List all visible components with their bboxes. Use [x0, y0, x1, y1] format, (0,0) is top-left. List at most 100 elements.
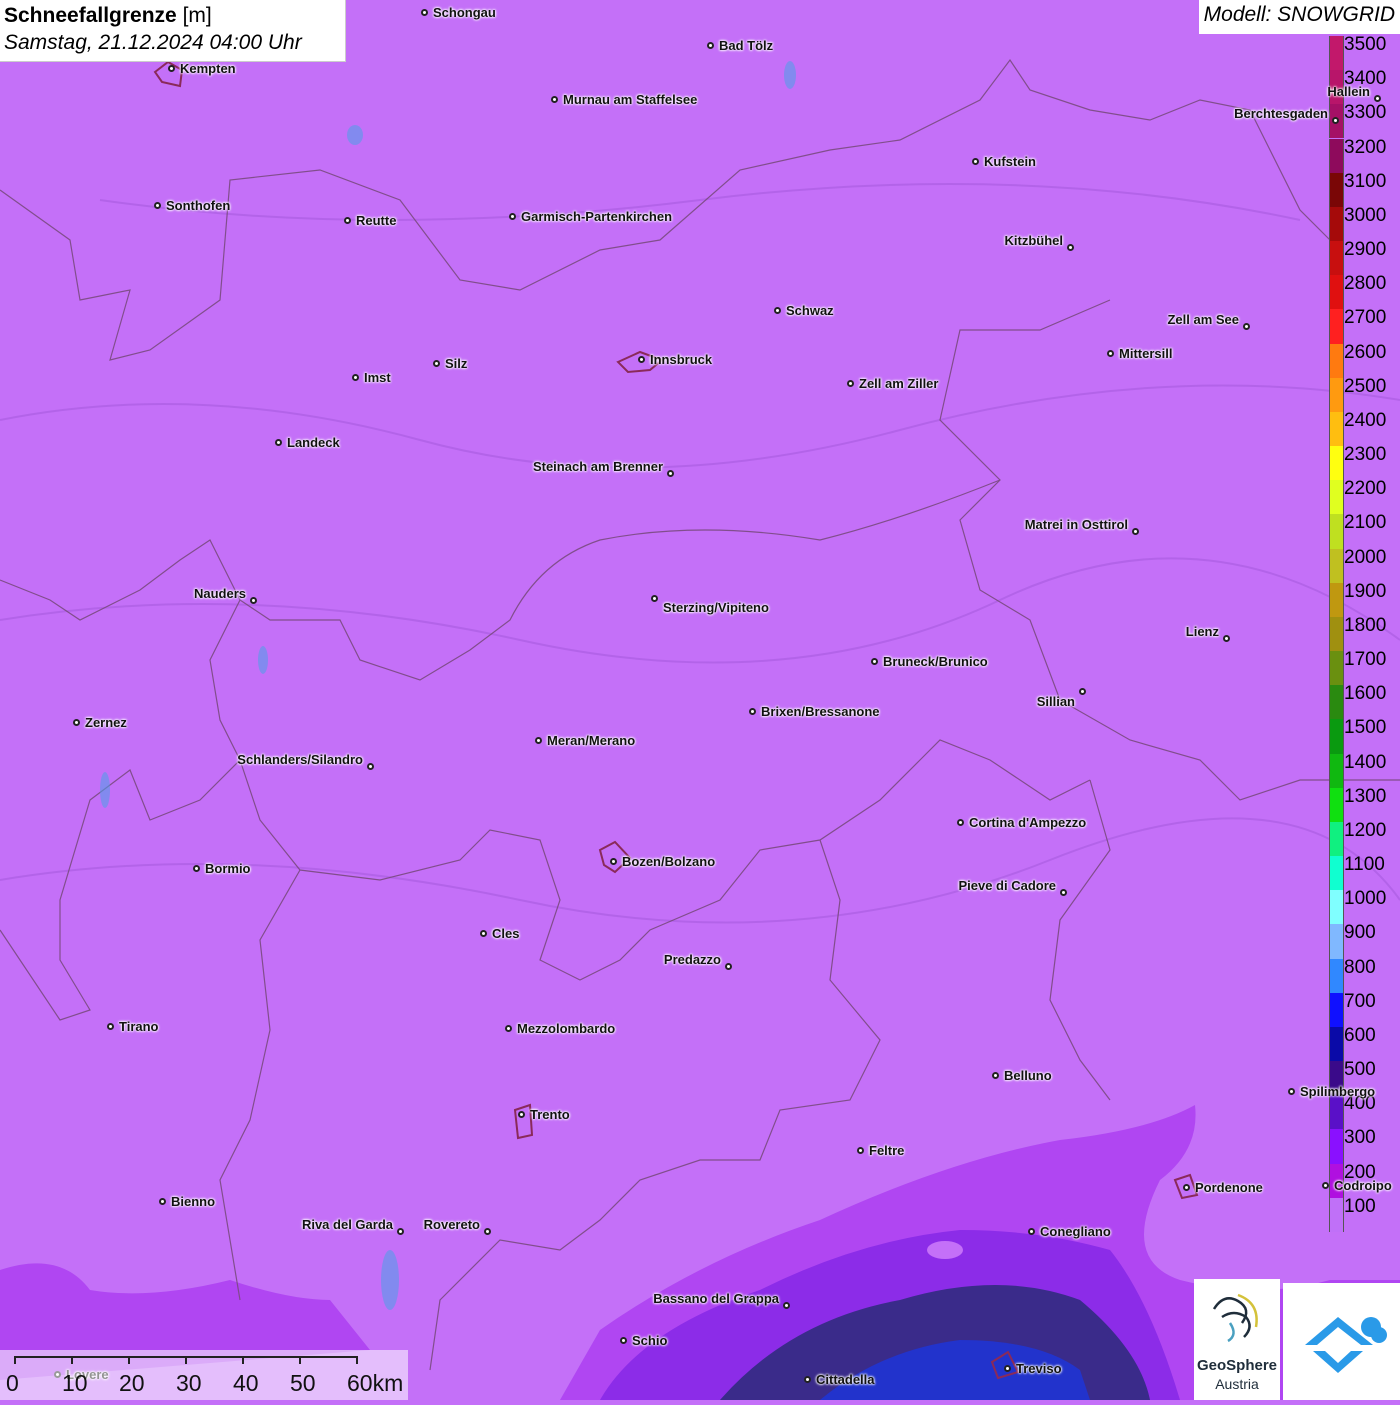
geosphere-emblem-icon — [1212, 1293, 1258, 1343]
city-marker — [484, 1228, 491, 1235]
legend-swatch — [1329, 377, 1344, 412]
legend-label: 3200 — [1344, 136, 1387, 158]
city-marker — [505, 1025, 512, 1032]
legend-swatch — [1329, 821, 1344, 857]
legend-swatch — [1329, 958, 1344, 993]
city-label: Matrei in Osttirol — [1024, 517, 1128, 532]
legend-label: 1500 — [1344, 717, 1387, 739]
scale-tick — [242, 1356, 244, 1364]
city-marker — [871, 658, 878, 665]
legend-swatch — [1329, 1026, 1344, 1062]
city-label: Bormio — [205, 861, 251, 876]
legend-label: 300 — [1344, 1127, 1376, 1149]
legend-label: 2900 — [1344, 239, 1387, 261]
legend-swatch — [1329, 36, 1344, 71]
city-label: Cles — [492, 926, 520, 941]
city-marker — [1004, 1365, 1011, 1372]
city-label: Predazzo — [663, 952, 721, 967]
city-label: Rovereto — [423, 1217, 480, 1232]
legend-label: 1100 — [1344, 854, 1385, 876]
city-label: Sterzing/Vipiteno — [663, 600, 769, 615]
city-label: Cortina d'Ampezzo — [969, 815, 1087, 830]
city-marker — [344, 217, 351, 224]
city-marker — [725, 963, 732, 970]
city-label: Belluno — [1004, 1068, 1052, 1083]
legend-label: 1400 — [1344, 751, 1387, 773]
city-label: Bassano del Grappa — [653, 1291, 779, 1306]
city-marker — [168, 65, 175, 72]
city-marker — [250, 597, 257, 604]
legend-label: 1700 — [1344, 649, 1387, 671]
legend-swatch — [1329, 582, 1344, 617]
snow-cloud-icon — [1305, 1317, 1387, 1373]
scale-tick — [356, 1356, 358, 1364]
logo-line1: GeoSphere — [1196, 1357, 1278, 1374]
city-label: Sillian — [1036, 694, 1075, 709]
city-label: Steinach am Brenner — [532, 459, 663, 474]
city-marker — [638, 356, 645, 363]
legend-swatch — [1329, 548, 1344, 583]
legend-label: 2600 — [1344, 341, 1387, 363]
scale-tick — [71, 1356, 73, 1364]
city-label: Zell am See — [1167, 312, 1239, 327]
legend-label: 1000 — [1344, 888, 1387, 910]
city-label: Nauders — [193, 586, 246, 601]
city-marker — [749, 708, 756, 715]
legend-label: 700 — [1344, 990, 1376, 1012]
city-label: Trento — [530, 1107, 570, 1122]
city-marker — [367, 763, 374, 770]
city-marker — [783, 1302, 790, 1309]
scale-label: 20 — [119, 1370, 145, 1396]
legend-label: 3500 — [1344, 34, 1387, 55]
city-label: Bruneck/Brunico — [883, 654, 988, 669]
legend-label: 2300 — [1344, 444, 1387, 466]
legend-swatch — [1329, 241, 1344, 276]
city-label: Silz — [445, 356, 468, 371]
scale-tick — [299, 1356, 301, 1364]
scale-label: 50 — [290, 1370, 316, 1396]
city-marker — [1107, 350, 1114, 357]
city-label: Imst — [364, 370, 391, 385]
legend-label: 2800 — [1344, 273, 1387, 295]
city-label: Schio — [632, 1333, 668, 1348]
city-label: Bozen/Bolzano — [622, 854, 716, 869]
city-label: Landeck — [287, 435, 340, 450]
city-marker — [433, 360, 440, 367]
city-label: Lienz — [1185, 624, 1219, 639]
legend-swatch — [1329, 275, 1344, 310]
city-label: Cittadella — [816, 1372, 875, 1387]
city-marker — [1288, 1088, 1295, 1095]
city-marker — [620, 1337, 627, 1344]
city-marker — [774, 307, 781, 314]
scale-tick — [128, 1356, 130, 1364]
city-label: Kufstein — [984, 154, 1036, 169]
city-marker — [1322, 1182, 1329, 1189]
city-marker — [535, 737, 542, 744]
legend-swatch — [1329, 1197, 1344, 1232]
legend-swatch — [1329, 890, 1344, 925]
legend-swatch — [1329, 1095, 1344, 1130]
city-marker — [707, 42, 714, 49]
city-label: Spilimbergo — [1300, 1084, 1376, 1099]
city-label: Bad Tölz — [719, 38, 774, 53]
city-marker — [1132, 528, 1139, 535]
legend-swatch — [1329, 856, 1344, 891]
legend-swatch — [1329, 480, 1344, 515]
city-label: Zell am Ziller — [859, 376, 939, 391]
app-logo — [1283, 1283, 1400, 1400]
model-label: Modell: SNOWGRID — [1198, 0, 1400, 34]
map-datetime: Samstag, 21.12.2024 04:00 Uhr — [4, 31, 302, 54]
scale-bar: 0 10 20 30 40 50 60km — [0, 1350, 408, 1400]
city-label: Murnau am Staffelsee — [563, 92, 698, 107]
city-marker — [651, 595, 658, 602]
city-marker — [1183, 1184, 1190, 1191]
legend-label: 3000 — [1344, 204, 1387, 226]
city-marker — [957, 819, 964, 826]
geosphere-logo: GeoSphere Austria — [1194, 1279, 1280, 1400]
city-marker — [847, 380, 854, 387]
city-label: Pieve di Cadore — [958, 878, 1056, 893]
city-marker — [154, 202, 161, 209]
city-marker — [1374, 95, 1381, 102]
city-label: Schlanders/Silandro — [237, 752, 363, 767]
city-marker — [804, 1376, 811, 1383]
